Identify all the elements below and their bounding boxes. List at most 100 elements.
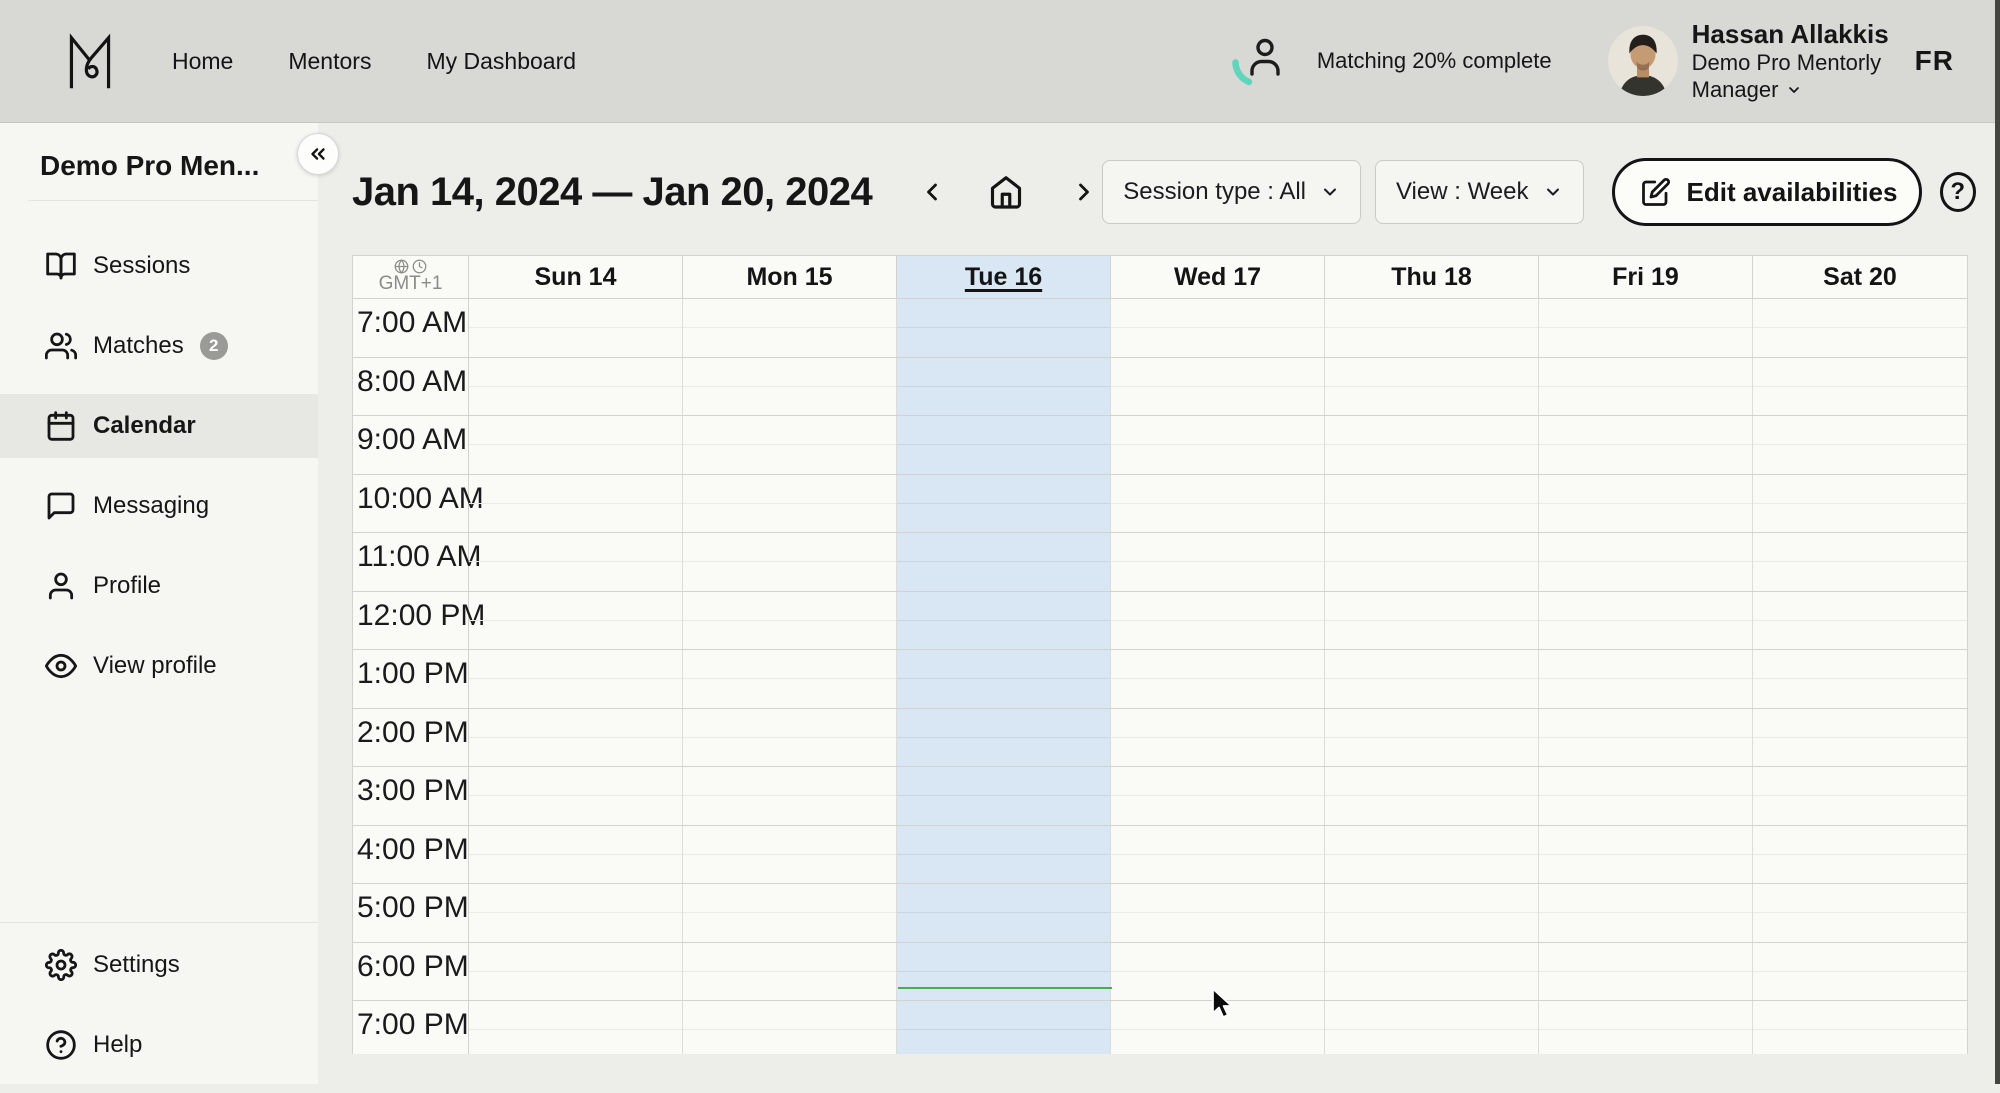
sidebar-item-sessions[interactable]: Sessions — [0, 234, 318, 298]
calendar-cell[interactable] — [1539, 767, 1753, 825]
calendar-cell[interactable] — [897, 884, 1111, 942]
calendar-cell[interactable] — [469, 533, 683, 591]
calendar-cell[interactable] — [897, 475, 1111, 533]
calendar-cell[interactable] — [683, 533, 897, 591]
calendar-cell[interactable] — [1325, 358, 1539, 416]
calendar-cell[interactable] — [897, 533, 1111, 591]
sidebar-item-profile[interactable]: Profile — [0, 554, 318, 618]
calendar-cell[interactable] — [1325, 884, 1539, 942]
calendar-cell[interactable] — [897, 592, 1111, 650]
calendar-cell[interactable] — [1111, 943, 1325, 1001]
session-type-select[interactable]: Session type : All — [1102, 160, 1361, 224]
matching-progress[interactable]: Matching 20% complete — [1231, 33, 1552, 89]
calendar-cell[interactable] — [897, 767, 1111, 825]
calendar-cell[interactable] — [1325, 943, 1539, 1001]
calendar-cell[interactable] — [469, 358, 683, 416]
calendar-cell[interactable] — [469, 416, 683, 474]
calendar-cell[interactable] — [1111, 826, 1325, 884]
calendar-cell[interactable] — [1753, 416, 1967, 474]
sidebar-item-help[interactable]: Help — [0, 1013, 318, 1077]
calendar-cell[interactable] — [1111, 358, 1325, 416]
edit-availabilities-button[interactable]: Edit availabilities — [1615, 161, 1920, 223]
calendar-cell[interactable] — [1111, 1001, 1325, 1054]
nav-link-home[interactable]: Home — [172, 48, 233, 75]
calendar-cell[interactable] — [469, 592, 683, 650]
user-menu[interactable]: Hassan Allakkis Demo Pro Mentorly Manage… — [1608, 19, 1889, 103]
calendar-cell[interactable] — [1753, 650, 1967, 708]
nav-link-my-dashboard[interactable]: My Dashboard — [426, 48, 576, 75]
sidebar-item-calendar[interactable]: Calendar — [0, 394, 318, 458]
calendar-cell[interactable] — [1753, 475, 1967, 533]
sidebar-item-messaging[interactable]: Messaging — [0, 474, 318, 538]
calendar-cell[interactable] — [683, 475, 897, 533]
calendar-cell[interactable] — [1753, 1001, 1967, 1054]
calendar-cell[interactable] — [1111, 299, 1325, 357]
calendar-cell[interactable] — [1539, 1001, 1753, 1054]
calendar-cell[interactable] — [1753, 943, 1967, 1001]
sidebar-item-matches[interactable]: Matches 2 — [0, 314, 318, 378]
calendar-cell[interactable] — [683, 299, 897, 357]
calendar-cell[interactable] — [1753, 709, 1967, 767]
calendar-cell[interactable] — [1753, 826, 1967, 884]
calendar-cell[interactable] — [897, 650, 1111, 708]
calendar-cell[interactable] — [1325, 709, 1539, 767]
calendar-cell[interactable] — [897, 358, 1111, 416]
calendar-cell[interactable] — [1325, 1001, 1539, 1054]
calendar-cell[interactable] — [1325, 475, 1539, 533]
calendar-cell[interactable] — [1753, 767, 1967, 825]
calendar-cell[interactable] — [1539, 592, 1753, 650]
sidebar-item-view-profile[interactable]: View profile — [0, 634, 318, 698]
calendar-cell[interactable] — [469, 1001, 683, 1054]
calendar-cell[interactable] — [1753, 884, 1967, 942]
calendar-cell[interactable] — [897, 826, 1111, 884]
calendar-cell[interactable] — [1539, 299, 1753, 357]
calendar-cell[interactable] — [683, 592, 897, 650]
day-header-fri-19[interactable]: Fri 19 — [1539, 256, 1753, 299]
help-button[interactable]: ? — [1940, 172, 1976, 212]
calendar-cell[interactable] — [1111, 767, 1325, 825]
calendar-cell[interactable] — [897, 943, 1111, 1001]
calendar-cell[interactable] — [683, 416, 897, 474]
calendar-cell[interactable] — [1539, 533, 1753, 591]
calendar-cell[interactable] — [1753, 299, 1967, 357]
calendar-cell[interactable] — [683, 358, 897, 416]
calendar-cell[interactable] — [897, 416, 1111, 474]
calendar-cell[interactable] — [1539, 943, 1753, 1001]
calendar-cell[interactable] — [897, 1001, 1111, 1054]
calendar-cell[interactable] — [1539, 650, 1753, 708]
sidebar-item-settings[interactable]: Settings — [0, 933, 318, 997]
calendar-cell[interactable] — [897, 299, 1111, 357]
calendar-cell[interactable] — [1753, 533, 1967, 591]
today-home-button[interactable] — [984, 170, 1028, 214]
calendar-cell[interactable] — [469, 943, 683, 1001]
nav-link-mentors[interactable]: Mentors — [288, 48, 371, 75]
calendar-cell[interactable] — [1325, 650, 1539, 708]
calendar-cell[interactable] — [1111, 709, 1325, 767]
calendar-cell[interactable] — [1111, 533, 1325, 591]
calendar-cell[interactable] — [1111, 592, 1325, 650]
calendar-cell[interactable] — [1325, 416, 1539, 474]
calendar-cell[interactable] — [469, 709, 683, 767]
day-header-wed-17[interactable]: Wed 17 — [1111, 256, 1325, 299]
calendar-cell[interactable] — [1111, 884, 1325, 942]
calendar-cell[interactable] — [683, 1001, 897, 1054]
calendar-cell[interactable] — [683, 709, 897, 767]
calendar-cell[interactable] — [1539, 416, 1753, 474]
language-switch[interactable]: FR — [1915, 45, 1954, 77]
edit-availabilities-dropdown[interactable] — [1919, 161, 1921, 223]
calendar-cell[interactable] — [1539, 826, 1753, 884]
calendar-cell[interactable] — [683, 767, 897, 825]
calendar-cell[interactable] — [1539, 709, 1753, 767]
calendar-cell[interactable] — [897, 709, 1111, 767]
mentorly-logo-icon[interactable] — [64, 32, 116, 90]
calendar-cell[interactable] — [1539, 475, 1753, 533]
calendar-cell[interactable] — [683, 884, 897, 942]
day-header-mon-15[interactable]: Mon 15 — [683, 256, 897, 299]
calendar-cell[interactable] — [1111, 475, 1325, 533]
calendar-cell[interactable] — [469, 475, 683, 533]
calendar-cell[interactable] — [1325, 533, 1539, 591]
day-header-tue-16[interactable]: Tue 16 — [897, 256, 1111, 299]
calendar-cell[interactable] — [1325, 299, 1539, 357]
calendar-cell[interactable] — [683, 826, 897, 884]
calendar-cell[interactable] — [1539, 358, 1753, 416]
